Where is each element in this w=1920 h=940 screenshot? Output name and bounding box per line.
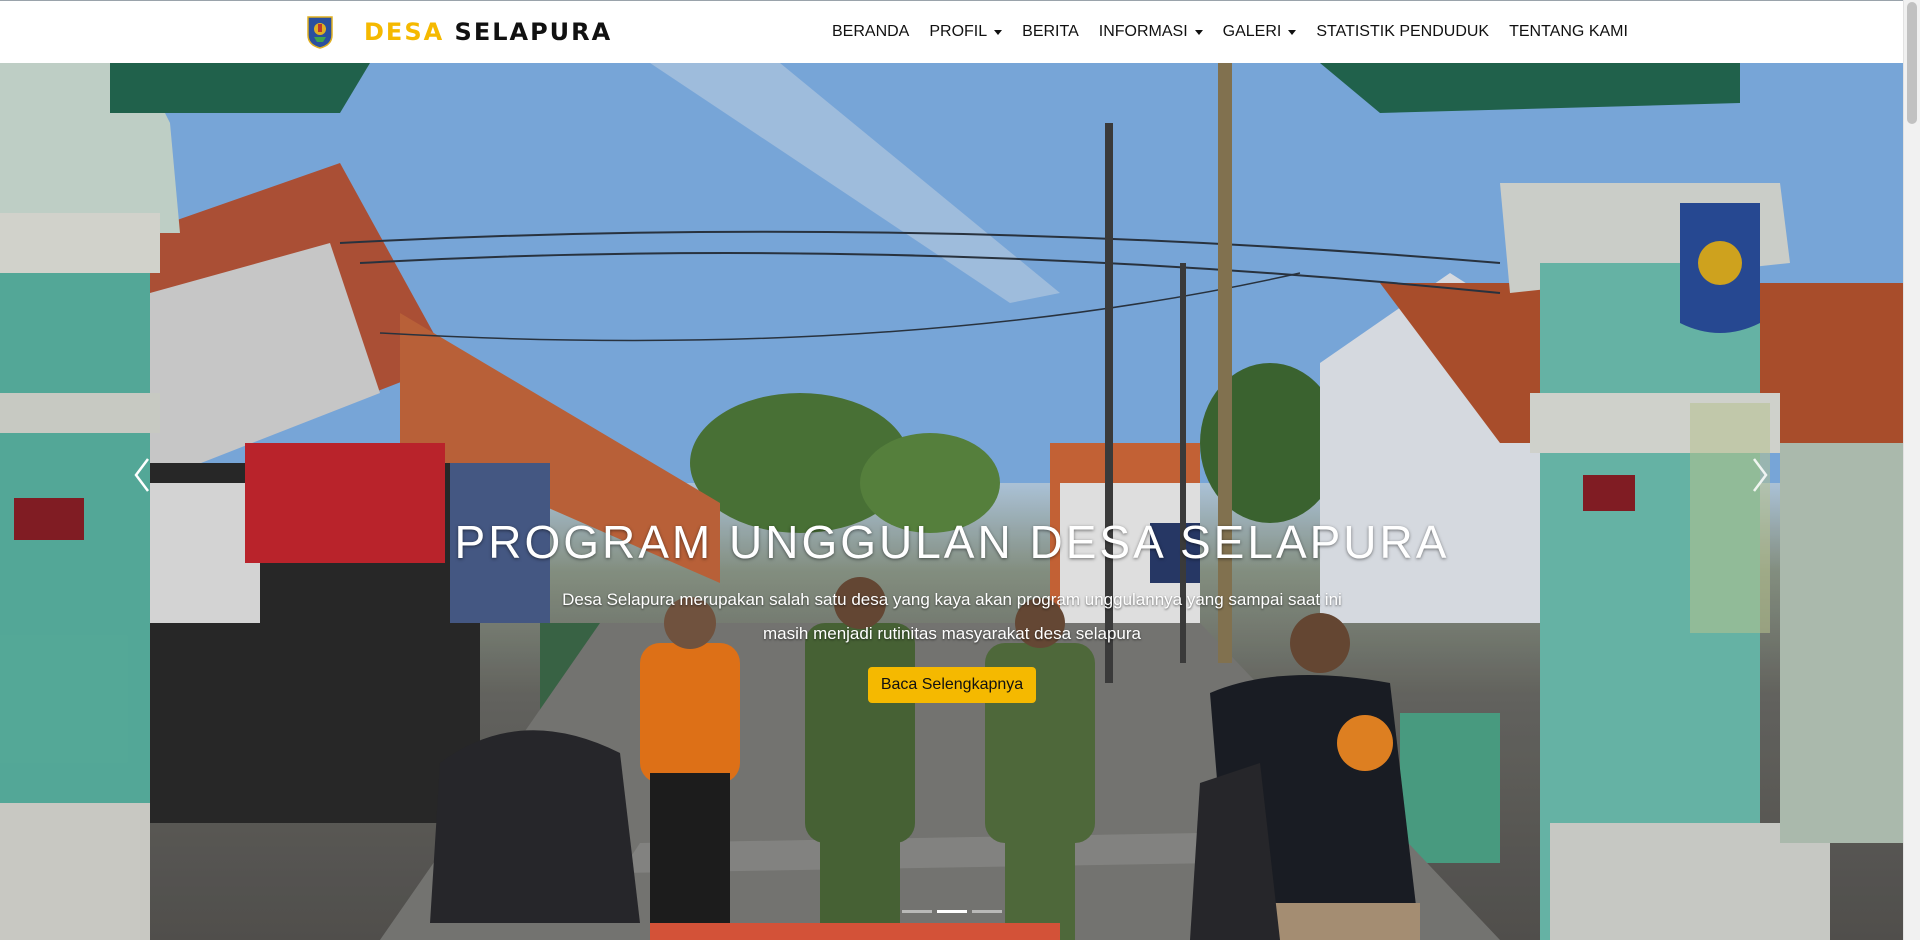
nav-label: PROFIL	[929, 23, 988, 40]
nav-label: TENTANG KAMI	[1509, 23, 1628, 40]
chevron-right-icon	[1753, 458, 1768, 492]
carousel-prev-button[interactable]	[122, 445, 162, 505]
brand-title-accent: DESA	[364, 18, 445, 46]
caret-down-icon	[1194, 29, 1203, 35]
carousel-next-button[interactable]	[1740, 445, 1780, 505]
nav-item-berita[interactable]: BERITA	[1012, 23, 1089, 41]
chevron-left-icon	[134, 458, 149, 492]
hero-carousel: PROGRAM UNGGULAN DESA SELAPURA Desa Sela…	[0, 63, 1904, 940]
nav-label: STATISTIK PENDUDUK	[1316, 23, 1490, 40]
carousel-indicator[interactable]	[972, 910, 1002, 913]
nav-label: GALERI	[1222, 23, 1282, 40]
hero-description: Desa Selapura merupakan salah satu desa …	[562, 590, 1342, 643]
carousel-indicator-active[interactable]	[937, 910, 967, 913]
caret-down-icon	[1288, 29, 1297, 35]
read-more-button[interactable]: Baca Selengkapnya	[867, 667, 1037, 703]
nav-item-tentang-kami[interactable]: TENTANG KAMI	[1499, 23, 1638, 41]
brand[interactable]: DESA SELAPURA	[306, 15, 612, 49]
nav-label: BERANDA	[832, 23, 910, 40]
page: DESA SELAPURA BERANDA PROFIL BERITA INFO…	[0, 0, 1920, 940]
nav-item-profil[interactable]: PROFIL	[919, 23, 1012, 41]
caret-down-icon	[994, 29, 1003, 35]
nav-item-informasi[interactable]: INFORMASI	[1089, 23, 1213, 41]
carousel-caption: PROGRAM UNGGULAN DESA SELAPURA Desa Sela…	[0, 515, 1904, 703]
brand-title-rest: SELAPURA	[454, 18, 613, 46]
carousel-indicator[interactable]	[902, 910, 932, 913]
page-scrollbar[interactable]	[1903, 0, 1920, 940]
brand-title: DESA SELAPURA	[364, 18, 612, 46]
nav-label: BERITA	[1022, 23, 1079, 40]
nav-item-galeri[interactable]: GALERI	[1213, 23, 1307, 41]
village-emblem-icon	[307, 16, 333, 49]
hero-overlay	[0, 63, 1904, 940]
nav-item-statistik-penduduk[interactable]: STATISTIK PENDUDUK	[1306, 23, 1499, 41]
navbar: DESA SELAPURA BERANDA PROFIL BERITA INFO…	[0, 1, 1904, 64]
main-nav: BERANDA PROFIL BERITA INFORMASI GALERI S…	[822, 1, 1638, 63]
nav-label: INFORMASI	[1098, 23, 1188, 40]
scrollbar-thumb[interactable]	[1907, 2, 1917, 124]
nav-item-beranda[interactable]: BERANDA	[822, 23, 919, 41]
hero-title: PROGRAM UNGGULAN DESA SELAPURA	[454, 516, 1450, 568]
carousel-indicators	[0, 910, 1904, 913]
